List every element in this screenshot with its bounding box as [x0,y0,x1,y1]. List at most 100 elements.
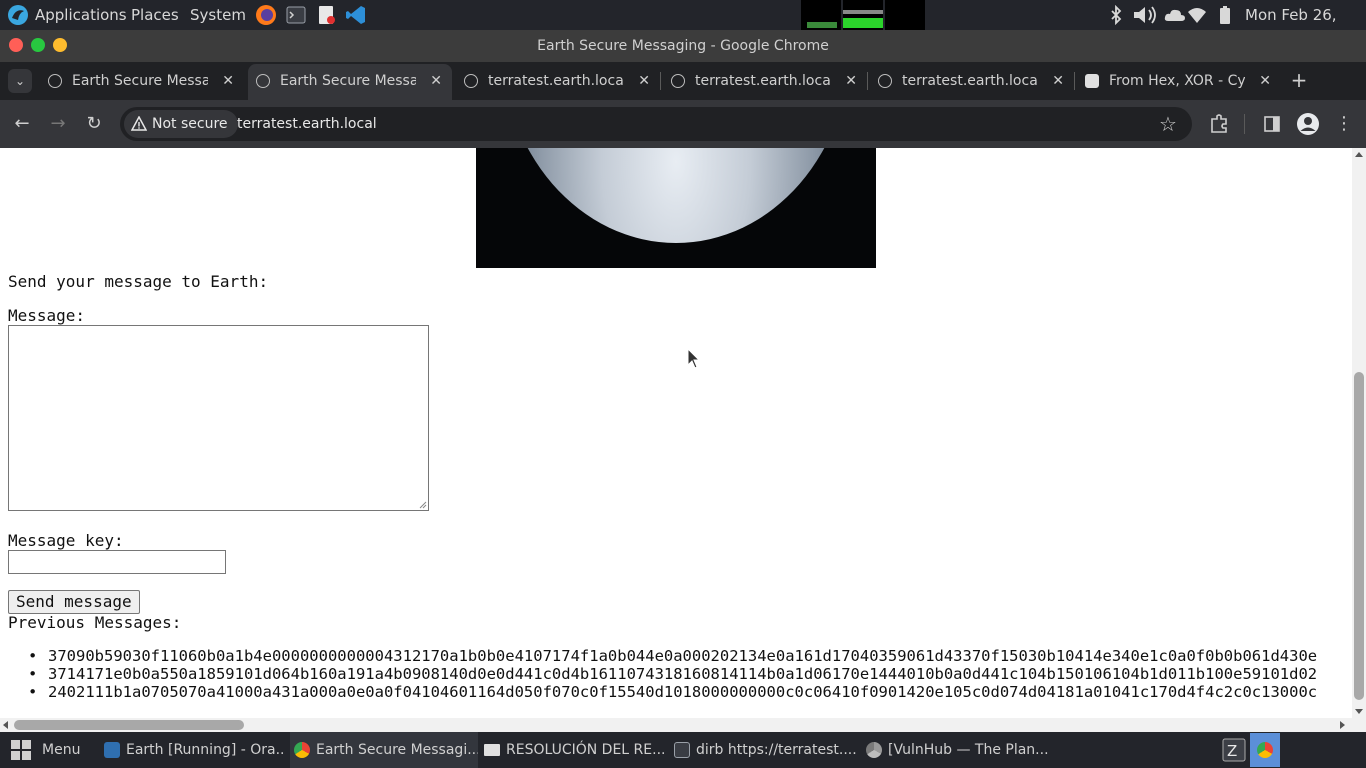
menu-system[interactable]: System [190,0,246,30]
message-textarea[interactable] [8,325,429,511]
terminal-icon[interactable] [286,5,306,25]
horizontal-scroll-thumb[interactable] [14,720,244,730]
list-item: 3714171e0b0a550a1859101d064b160a191a4b09… [28,665,1317,683]
toolbar-divider [1244,114,1245,134]
clock[interactable]: Mon Feb 26, 19:19 [1245,0,1366,54]
firefox-icon[interactable] [255,4,277,26]
task-virtualbox[interactable]: Earth [Running] - Ora... [100,732,286,768]
scroll-up-arrow-icon[interactable] [1355,152,1363,157]
back-button[interactable]: ← [10,112,34,136]
side-panel-icon[interactable] [1262,114,1282,134]
extensions-icon[interactable] [1208,113,1230,135]
kali-logo-icon[interactable] [7,4,29,26]
list-item: 37090b59030f11060b0a1b4e0000000000004312… [28,647,1317,665]
close-tab-icon[interactable]: ✕ [1259,64,1271,98]
send-message-button[interactable]: Send message [8,590,140,614]
text-editor-icon[interactable] [316,5,336,25]
globe-icon [48,74,62,88]
message-label: Message: [8,306,86,325]
tab-label: From Hex, XOR - CyberChef [1109,73,1245,89]
reload-button[interactable]: ↻ [82,112,106,136]
task-terminal-dirb[interactable]: dirb https://terratest.... [670,732,858,768]
tab-terratest-3[interactable]: terratest.earth.local ✕ [870,64,1074,100]
resize-handle-icon[interactable] [419,501,427,509]
page-viewport: Send your message to Earth: Message: Mes… [0,148,1352,718]
tab-terratest-1[interactable]: terratest.earth.local ✕ [456,64,660,100]
url-text[interactable]: terratest.earth.local [237,107,377,141]
security-indicator[interactable]: Not secure [124,110,238,138]
close-tab-icon[interactable]: ✕ [638,64,650,98]
bookmark-star-icon[interactable]: ☆ [1156,112,1180,136]
terminal-icon [674,742,690,758]
close-tab-icon[interactable]: ✕ [845,64,857,98]
wifi-icon[interactable] [1187,5,1207,25]
security-label: Not secure [152,116,228,132]
desktop-screen: Applications Places System Mon Feb 26, E… [0,0,1366,768]
network-monitor-graph [885,0,925,30]
vscode-icon[interactable] [345,4,367,26]
tab-separator [1074,72,1075,90]
earth-image [476,148,876,268]
scroll-right-arrow-icon[interactable] [1340,721,1345,729]
message-key-input[interactable] [8,550,226,574]
tab-earth-secure-messaging-1[interactable]: Earth Secure Messaging ✕ [40,64,244,100]
close-tab-icon[interactable]: ✕ [430,64,442,98]
task-label: dirb https://terratest.... [696,742,857,758]
tab-label: terratest.earth.local [488,73,624,89]
vertical-scroll-thumb[interactable] [1354,372,1364,700]
menu-applications[interactable]: Applications [35,0,127,30]
mouse-cursor-icon [687,348,701,369]
chrome-menu-icon[interactable]: ⋮ [1332,112,1356,136]
profile-avatar-icon[interactable] [1296,112,1320,136]
tab-label: terratest.earth.local [695,73,831,89]
globe-icon [878,74,892,88]
earth-globe-graphic [501,148,851,243]
globe-icon [671,74,685,88]
tab-label: terratest.earth.local [902,73,1038,89]
close-tab-icon[interactable]: ✕ [222,64,234,98]
cpu-monitor-graph [801,0,841,30]
tab-separator [660,72,661,90]
task-label: [VulnHub — The Plan... [888,742,1049,758]
menu-places[interactable]: Places [131,0,179,30]
scroll-down-arrow-icon[interactable] [1355,709,1363,714]
bluetooth-icon[interactable] [1106,5,1126,25]
taskbar-menu-label[interactable]: Menu [42,732,80,768]
tab-label: Earth Secure Messaging [72,73,208,89]
task-document[interactable]: RESOLUCIÓN DEL RE... [480,732,668,768]
task-label: Earth [Running] - Ora... [126,742,286,758]
key-label: Message key: [8,531,124,550]
send-heading: Send your message to Earth: [8,272,269,291]
scroll-left-arrow-icon[interactable] [3,721,8,729]
cyberchef-icon [1085,74,1099,88]
volume-icon[interactable] [1132,5,1162,25]
task-chrome-vulnhub[interactable]: [VulnHub — The Plan... [862,732,1050,768]
task-label: Earth Secure Messagi... [316,742,478,758]
cloud-icon[interactable] [1163,5,1187,25]
menu-grid-icon[interactable] [10,739,32,761]
forward-button[interactable]: → [46,112,70,136]
chrome-icon [1257,742,1273,758]
chrome-launcher-button[interactable] [1250,733,1280,767]
task-label: RESOLUCIÓN DEL RE... [506,742,666,758]
new-tab-button[interactable]: + [1288,68,1310,92]
task-chrome-earth[interactable]: Earth Secure Messagi... [290,732,478,768]
globe-icon [464,74,478,88]
tab-label: Earth Secure Messaging [280,73,416,89]
tab-terratest-2[interactable]: terratest.earth.local ✕ [663,64,867,100]
battery-icon[interactable] [1215,5,1235,25]
previous-messages-heading: Previous Messages: [8,613,182,632]
chrome-icon [294,742,310,758]
chrome-icon [866,742,882,758]
memory-monitor-graph [843,0,883,30]
tab-cyberchef[interactable]: From Hex, XOR - CyberChef ✕ [1077,64,1281,100]
tab-search-button[interactable]: ⌄ [8,69,32,93]
close-tab-icon[interactable]: ✕ [1052,64,1064,98]
tab-earth-secure-messaging-2[interactable]: Earth Secure Messaging ✕ [248,64,452,100]
list-item: 2402111b1a0705070a41000a431a000a0e0a0f04… [28,683,1317,701]
filezilla-icon[interactable]: Z [1222,738,1246,762]
window-title: Earth Secure Messaging - Google Chrome [537,38,829,54]
document-window-icon [484,744,500,756]
globe-icon [256,74,270,88]
svg-text:Z: Z [1227,742,1237,760]
